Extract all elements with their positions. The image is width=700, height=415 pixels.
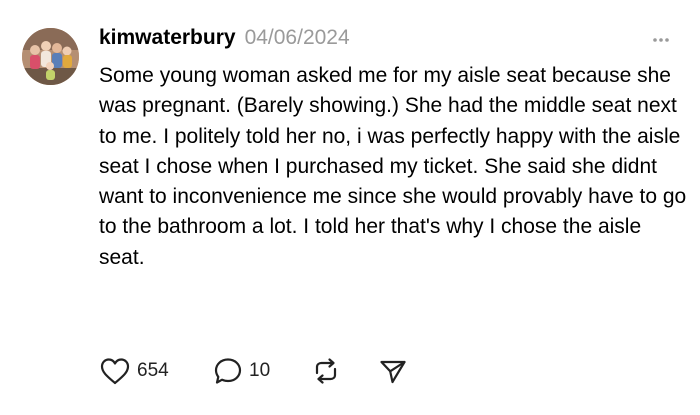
more-options-button[interactable]	[645, 30, 677, 50]
avatar-photo-icon	[22, 28, 79, 85]
post-body-text: Some young woman asked me for my aisle s…	[99, 64, 687, 269]
reply-button[interactable]: 10	[213, 356, 295, 386]
heart-icon	[100, 358, 130, 385]
action-bar: 654 10	[99, 355, 409, 387]
reply-count: 10	[249, 360, 271, 381]
repost-button[interactable]	[309, 356, 363, 386]
like-count: 654	[137, 360, 169, 381]
post-header: kimwaterbury 04/06/2024	[99, 26, 350, 56]
post-date: 04/06/2024	[244, 26, 350, 49]
post-card: kimwaterbury 04/06/2024 Some young woman…	[0, 0, 700, 415]
share-button[interactable]	[377, 356, 409, 386]
more-options-icon	[653, 38, 669, 42]
avatar[interactable]	[22, 28, 79, 85]
comment-bubble-icon	[214, 358, 242, 384]
username-link[interactable]: kimwaterbury	[99, 26, 236, 50]
like-button[interactable]: 654	[99, 356, 183, 386]
send-icon	[380, 360, 406, 384]
repost-icon	[315, 358, 337, 384]
